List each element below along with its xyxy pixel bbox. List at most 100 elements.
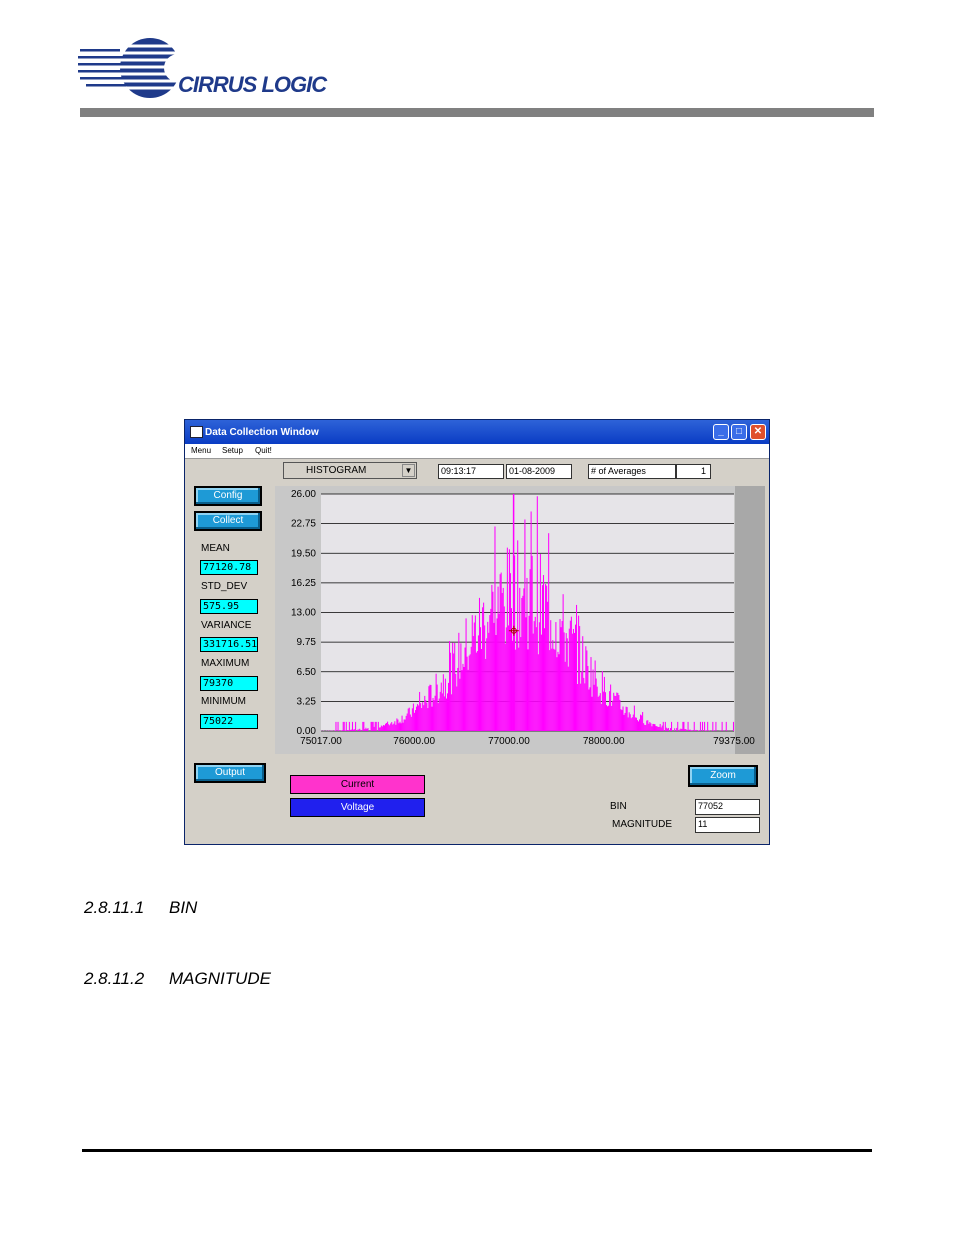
histogram-bar xyxy=(474,615,476,731)
stat-label-variance: VARIANCE xyxy=(201,620,252,631)
histogram-bar xyxy=(443,696,445,731)
stat-value-std-dev: 575.95 xyxy=(200,599,258,614)
histogram-bar xyxy=(551,648,553,731)
x-tick-label: 77000.00 xyxy=(488,736,530,747)
histogram-bar xyxy=(451,694,453,731)
histogram-bar xyxy=(516,630,518,731)
histogram-bar xyxy=(612,700,614,731)
histogram-bar xyxy=(476,651,478,731)
histogram-bar xyxy=(599,693,601,731)
averages-input[interactable]: 1 xyxy=(676,464,711,479)
histogram-bar xyxy=(417,704,419,731)
menu-item-setup[interactable]: Setup xyxy=(222,446,243,455)
histogram-bar xyxy=(529,569,531,731)
histogram-bar xyxy=(385,723,387,731)
section-heading-magnitude: 2.8.11.2 MAGNITUDE xyxy=(84,969,271,989)
collect-button[interactable]: Collect xyxy=(194,511,262,531)
histogram-bar xyxy=(415,706,418,731)
date-field: 01-08-2009 xyxy=(506,464,572,479)
histogram-bar xyxy=(622,706,624,731)
histogram-bar xyxy=(616,692,618,731)
histogram-bar xyxy=(450,652,452,731)
histogram-chart[interactable]: 26.0022.7519.5016.2513.009.756.503.250.0… xyxy=(275,486,765,754)
voltage-channel-button[interactable]: Voltage xyxy=(290,798,425,817)
histogram-bar xyxy=(545,584,547,731)
menu-item-menu[interactable]: Menu xyxy=(191,446,211,455)
histogram-bar xyxy=(624,712,626,731)
histogram-bar xyxy=(478,597,481,731)
config-button[interactable]: Config xyxy=(194,486,262,506)
histogram-bar xyxy=(366,729,368,731)
y-tick-label: 16.25 xyxy=(291,578,316,589)
histogram-bar xyxy=(367,728,369,731)
mode-select[interactable]: HISTOGRAM ▼ xyxy=(283,462,417,479)
histogram-bar xyxy=(501,592,503,731)
chevron-down-icon[interactable]: ▼ xyxy=(402,464,415,477)
histogram-bar xyxy=(677,721,679,731)
histogram-bar xyxy=(469,654,471,731)
histogram-bar xyxy=(645,725,647,731)
histogram-bar xyxy=(589,687,591,731)
histogram-bar xyxy=(348,721,350,731)
histogram-bar xyxy=(658,726,660,731)
histogram-bar xyxy=(364,729,366,731)
histogram-bar xyxy=(699,721,701,731)
section-title: MAGNITUDE xyxy=(169,969,271,988)
histogram-bar xyxy=(615,695,617,731)
histogram-bar xyxy=(508,549,510,731)
histogram-bar xyxy=(632,714,634,731)
histogram-bar xyxy=(554,649,556,731)
histogram-bar xyxy=(407,708,409,731)
x-tick-label: 78000.00 xyxy=(583,736,625,747)
histogram-bar xyxy=(424,695,426,731)
histogram-bar xyxy=(359,728,361,731)
histogram-bar xyxy=(446,693,448,731)
histogram-bar xyxy=(452,642,454,731)
histogram-bar xyxy=(631,717,633,731)
output-button[interactable]: Output xyxy=(194,763,266,783)
histogram-bar xyxy=(358,729,360,731)
histogram-bar xyxy=(492,591,494,731)
histogram-bar xyxy=(698,730,700,731)
window-titlebar[interactable]: Data Collection Window _ □ ✕ xyxy=(185,420,769,444)
histogram-bar xyxy=(383,725,386,731)
histogram-bar xyxy=(390,723,392,731)
histogram-bar xyxy=(690,730,692,731)
histogram-bar xyxy=(540,634,542,731)
histogram-bar xyxy=(549,650,551,731)
close-icon[interactable]: ✕ xyxy=(750,424,766,440)
histogram-bar xyxy=(440,682,442,731)
histogram-bar xyxy=(519,587,521,731)
histogram-bar xyxy=(334,730,336,731)
histogram-bar xyxy=(607,706,609,731)
histogram-bar xyxy=(453,653,455,731)
histogram-bar xyxy=(627,717,629,731)
histogram-bar xyxy=(637,721,640,731)
menu-bar: Menu Setup Quit! xyxy=(185,444,769,459)
histogram-bar xyxy=(567,666,569,731)
histogram-bar xyxy=(688,729,690,731)
histogram-bar xyxy=(547,601,549,731)
histogram-bar xyxy=(550,620,552,731)
histogram-bar xyxy=(471,615,473,731)
zoom-button[interactable]: Zoom xyxy=(688,765,758,787)
histogram-bar xyxy=(652,723,654,731)
histogram-bar xyxy=(483,602,485,731)
y-tick-label: 22.75 xyxy=(291,519,316,530)
histogram-bar xyxy=(544,628,546,731)
histogram-bar xyxy=(419,691,421,731)
histogram-bar xyxy=(394,721,396,731)
histogram-bar xyxy=(349,729,351,731)
minimize-icon[interactable]: _ xyxy=(713,424,729,440)
histogram-bar xyxy=(725,721,727,731)
histogram-bar xyxy=(484,625,486,731)
histogram-bar xyxy=(426,702,428,731)
histogram-bar xyxy=(653,723,655,731)
histogram-bar xyxy=(530,511,532,731)
histogram-bar xyxy=(557,651,559,731)
menu-item-quit[interactable]: Quit! xyxy=(255,446,272,455)
current-channel-button[interactable]: Current xyxy=(290,775,425,794)
histogram-bar xyxy=(470,646,472,731)
histogram-bar xyxy=(687,721,689,731)
maximize-icon[interactable]: □ xyxy=(731,424,747,440)
